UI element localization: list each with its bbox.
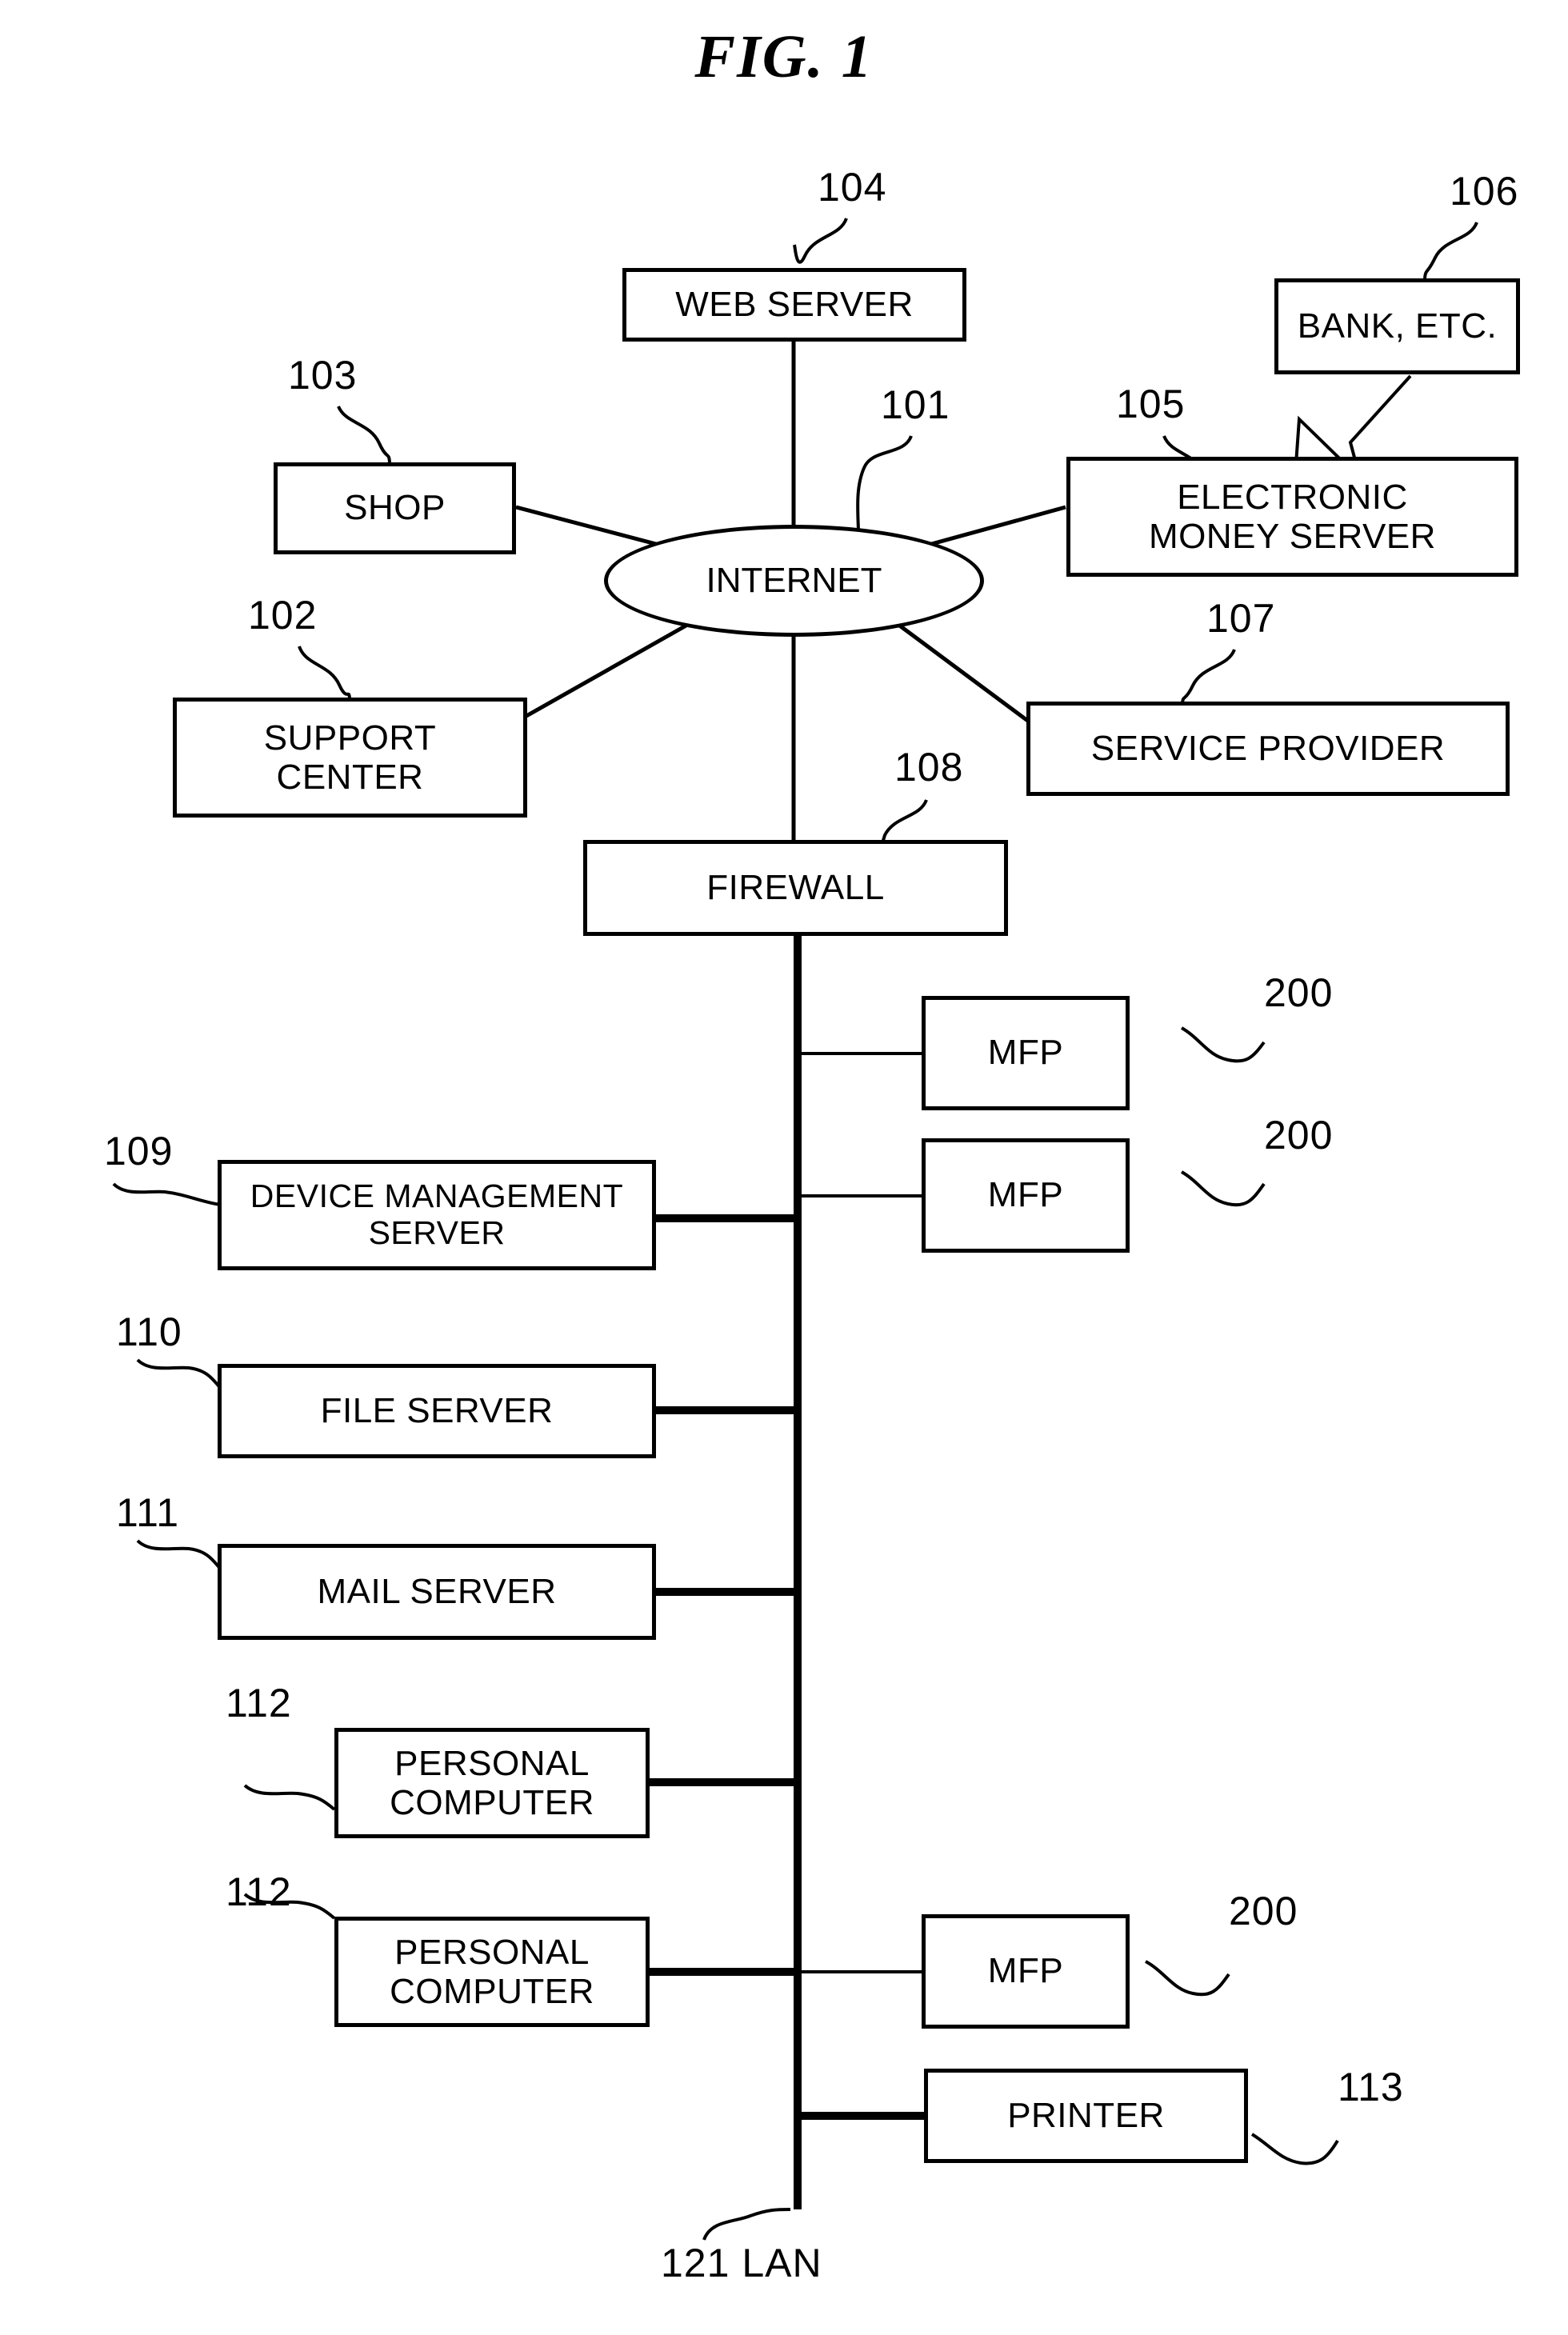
leader-104	[793, 218, 848, 264]
leader-200-b	[1180, 1170, 1266, 1207]
ref-label-103: 103	[288, 353, 358, 398]
node-shop-label: SHOP	[344, 488, 446, 528]
node-personal-computer-2-label-line1: PERSONAL	[394, 1932, 590, 1972]
node-support-center-label-line1: SUPPORT	[263, 718, 437, 758]
leader-110	[136, 1358, 226, 1393]
node-device-management-server[interactable]: DEVICE MANAGEMENT SERVER	[218, 1160, 656, 1270]
ref-label-101: 101	[881, 382, 950, 427]
leader-101	[856, 435, 913, 531]
node-mfp-2-label: MFP	[987, 1175, 1064, 1215]
node-service-provider-label: SERVICE PROVIDER	[1090, 728, 1446, 768]
leader-200-c	[1145, 1960, 1230, 1997]
leader-103	[337, 406, 391, 463]
leader-111	[136, 1539, 226, 1574]
ref-label-110: 110	[116, 1309, 182, 1354]
node-firewall[interactable]: FIREWALL	[583, 840, 1008, 936]
ref-label-105: 105	[1116, 382, 1186, 426]
link-serviceprovider-internet	[890, 618, 1034, 726]
node-mfp-3-label: MFP	[987, 1951, 1064, 1991]
leader-113	[1250, 2133, 1339, 2165]
ref-label-112-pc-1: 112	[226, 1681, 292, 1725]
leader-112-a	[243, 1784, 336, 1811]
node-mfp-3[interactable]: MFP	[922, 1914, 1130, 2029]
node-bank[interactable]: BANK, ETC.	[1274, 278, 1520, 374]
node-mfp-1-label: MFP	[987, 1033, 1064, 1073]
node-file-server-label: FILE SERVER	[320, 1390, 554, 1430]
leader-107	[1181, 649, 1236, 704]
link-ems-internet	[919, 505, 1066, 550]
node-device-management-server-label-line1: DEVICE MANAGEMENT	[250, 1177, 624, 1215]
node-electronic-money-server[interactable]: ELECTRONIC MONEY SERVER	[1066, 457, 1518, 577]
ref-label-108: 108	[894, 745, 964, 790]
leader-200-a	[1180, 1026, 1266, 1063]
leader-109	[112, 1182, 221, 1206]
node-firewall-label: FIREWALL	[706, 867, 885, 907]
leader-102	[298, 646, 351, 699]
link-support-internet	[525, 618, 698, 718]
node-web-server-label: WEB SERVER	[675, 284, 914, 324]
node-electronic-money-server-label-line2: MONEY SERVER	[1149, 517, 1436, 556]
leader-108	[881, 799, 928, 844]
node-printer-label: PRINTER	[1007, 2095, 1165, 2135]
node-personal-computer-2-label-line2: COMPUTER	[390, 1972, 594, 2011]
ref-label-112-pc-2: 112	[226, 1869, 292, 1914]
node-support-center-label-line2: CENTER	[276, 758, 424, 797]
node-file-server[interactable]: FILE SERVER	[218, 1364, 656, 1458]
node-mfp-2[interactable]: MFP	[922, 1138, 1130, 1253]
link-shop-internet	[515, 505, 669, 550]
ref-label-113: 113	[1338, 2065, 1404, 2109]
patent-figure-page: FIG. 1 WEB SERVER BANK, ETC. SHOP INTERN…	[0, 0, 1568, 2335]
node-device-management-server-label-line2: SERVER	[368, 1214, 506, 1251]
ref-label-104: 104	[818, 165, 887, 210]
node-web-server[interactable]: WEB SERVER	[622, 268, 966, 342]
node-personal-computer-1[interactable]: PERSONAL COMPUTER	[334, 1728, 650, 1838]
node-shop[interactable]: SHOP	[274, 462, 516, 554]
ref-label-200-mfp-3: 200	[1229, 1889, 1298, 1933]
node-internet-label: INTERNET	[706, 561, 882, 600]
ref-label-111: 111	[116, 1490, 180, 1535]
node-personal-computer-1-label-line1: PERSONAL	[394, 1743, 590, 1783]
leader-121-lan	[702, 2208, 791, 2241]
ref-label-200-mfp-2: 200	[1264, 1113, 1334, 1158]
node-personal-computer-1-label-line2: COMPUTER	[390, 1783, 594, 1822]
ref-label-109: 109	[104, 1129, 174, 1173]
node-support-center[interactable]: SUPPORT CENTER	[173, 698, 527, 818]
ref-label-106: 106	[1450, 169, 1519, 214]
node-printer[interactable]: PRINTER	[924, 2069, 1248, 2163]
node-mfp-1[interactable]: MFP	[922, 996, 1130, 1110]
node-mail-server-label: MAIL SERVER	[317, 1571, 557, 1611]
node-personal-computer-2[interactable]: PERSONAL COMPUTER	[334, 1917, 650, 2027]
node-bank-label: BANK, ETC.	[1297, 306, 1498, 346]
node-internet[interactable]: INTERNET	[604, 525, 984, 637]
ref-label-102: 102	[248, 593, 318, 638]
node-mail-server[interactable]: MAIL SERVER	[218, 1544, 656, 1640]
ref-label-200-mfp-1: 200	[1264, 970, 1334, 1015]
node-electronic-money-server-label-line1: ELECTRONIC	[1177, 477, 1408, 517]
leader-106	[1423, 222, 1478, 279]
ref-label-107: 107	[1206, 596, 1276, 641]
lan-label: 121 LAN	[661, 2241, 822, 2285]
node-service-provider[interactable]: SERVICE PROVIDER	[1026, 702, 1510, 796]
